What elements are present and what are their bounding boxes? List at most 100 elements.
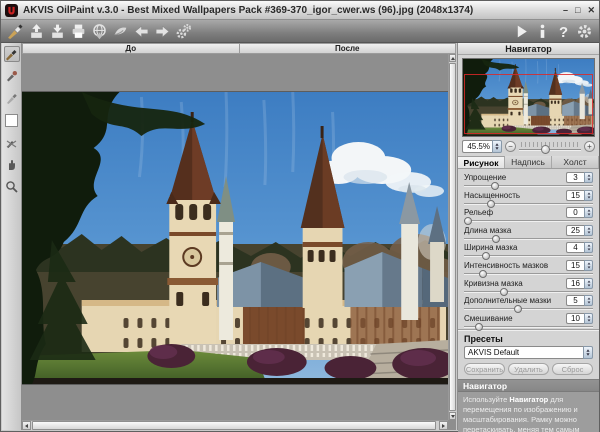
param-value-input[interactable]: 3 (566, 172, 593, 183)
param-stepper[interactable] (584, 242, 593, 253)
param-value[interactable]: 0 (566, 207, 584, 218)
preset-button-Удалить[interactable]: Удалить (508, 363, 549, 375)
zoom-tool-icon[interactable] (4, 178, 20, 194)
stepper-up-icon[interactable] (587, 280, 590, 282)
history-brush-tool-icon[interactable] (4, 134, 20, 150)
param-value-input[interactable]: 15 (566, 190, 593, 201)
stepper-down-icon[interactable] (587, 178, 590, 180)
undo-icon[interactable] (131, 21, 151, 41)
navigator-thumbnail[interactable] (462, 58, 595, 137)
stepper-up-icon[interactable] (587, 174, 590, 176)
param-value[interactable]: 16 (566, 278, 584, 289)
scroll-left-arrow[interactable] (22, 421, 31, 430)
close-button[interactable]: ✕ (587, 4, 595, 17)
param-value[interactable]: 10 (566, 313, 584, 324)
param-value[interactable]: 5 (566, 295, 584, 306)
param-value-input[interactable]: 0 (566, 207, 593, 218)
zoom-slider-thumb[interactable] (541, 145, 550, 154)
about-info-button[interactable] (532, 21, 552, 41)
zoom-dropdown-button[interactable] (492, 140, 502, 153)
settings-tab-Надпись[interactable]: Надпись (505, 156, 552, 168)
smudge-tool-icon[interactable] (110, 21, 130, 41)
stepper-down-icon[interactable] (587, 196, 590, 198)
param-value[interactable]: 3 (566, 172, 584, 183)
save-image-button[interactable] (47, 21, 67, 41)
title-bar[interactable]: AKVIS OilPaint v.3.0 - Best Mixed Wallpa… (1, 1, 599, 20)
stepper-up-icon[interactable] (587, 315, 590, 317)
stepper-down-icon[interactable] (587, 302, 590, 304)
preset-button-Сброс[interactable]: Сброс (552, 363, 593, 375)
tab-after[interactable]: После (240, 43, 457, 54)
param-slider[interactable] (464, 236, 593, 242)
stepper-down-icon[interactable] (587, 231, 590, 233)
print-button[interactable] (68, 21, 88, 41)
param-value[interactable]: 15 (566, 260, 584, 271)
stepper-down-icon[interactable] (587, 284, 590, 286)
horizontal-scrollbar[interactable] (22, 420, 448, 430)
stepper-down-icon[interactable] (587, 266, 590, 268)
stepper-up-icon[interactable] (587, 262, 590, 264)
param-slider[interactable] (464, 324, 593, 330)
zoom-slider[interactable] (519, 141, 581, 153)
canvas-area[interactable] (22, 54, 448, 420)
param-stepper[interactable] (584, 313, 593, 324)
redo-icon[interactable] (152, 21, 172, 41)
param-value-input[interactable]: 4 (566, 242, 593, 253)
brush-tool-icon[interactable] (4, 46, 20, 62)
stepper-up-icon[interactable] (587, 210, 590, 212)
param-stepper[interactable] (584, 295, 593, 306)
hand-tool-icon[interactable] (4, 156, 20, 172)
vertical-scroll-thumb[interactable] (449, 63, 456, 411)
param-stepper[interactable] (584, 260, 593, 271)
preset-dropdown-button[interactable] (583, 346, 593, 359)
open-image-button[interactable] (26, 21, 46, 41)
param-slider[interactable] (464, 271, 593, 277)
stepper-down-icon[interactable] (587, 214, 590, 216)
tab-before[interactable]: До (22, 43, 240, 54)
eraser-tool-icon[interactable] (4, 90, 20, 106)
stepper-up-icon[interactable] (587, 245, 590, 247)
param-slider[interactable] (464, 201, 593, 207)
settings-tab-Холст[interactable]: Холст (552, 156, 599, 168)
param-stepper[interactable] (584, 172, 593, 183)
param-value[interactable]: 25 (566, 225, 584, 236)
zoom-out-button[interactable]: − (505, 141, 516, 152)
param-stepper[interactable] (584, 207, 593, 218)
stepper-up-icon[interactable] (587, 298, 590, 300)
scroll-right-arrow[interactable] (439, 421, 448, 430)
import-from-web-icon[interactable] (89, 21, 109, 41)
stroke-direction-tool-icon[interactable] (4, 68, 20, 84)
horizontal-scroll-thumb[interactable] (32, 421, 436, 430)
slider-thumb[interactable] (475, 323, 483, 331)
help-button[interactable]: ? (553, 21, 573, 41)
preset-selected-value[interactable]: AKVIS Default (464, 346, 583, 359)
param-slider[interactable] (464, 218, 593, 224)
param-value[interactable]: 4 (566, 242, 584, 253)
preset-button-Сохранить[interactable]: Сохранить (464, 363, 505, 375)
param-stepper[interactable] (584, 225, 593, 236)
settings-tab-Рисунок[interactable]: Рисунок (458, 156, 505, 168)
batch-processing-icon[interactable] (173, 21, 193, 41)
minimize-button[interactable]: – (563, 4, 568, 17)
param-value-input[interactable]: 10 (566, 313, 593, 324)
stepper-up-icon[interactable] (587, 192, 590, 194)
param-slider[interactable] (464, 289, 593, 295)
param-value-input[interactable]: 16 (566, 278, 593, 289)
stepper-up-icon[interactable] (587, 227, 590, 229)
stepper-down-icon[interactable] (587, 249, 590, 251)
maximize-button[interactable]: □ (575, 4, 580, 17)
param-value-input[interactable]: 25 (566, 225, 593, 236)
zoom-value[interactable]: 45.5% (462, 140, 492, 153)
vertical-scrollbar[interactable] (448, 54, 456, 420)
scroll-down-arrow[interactable] (449, 412, 456, 420)
param-stepper[interactable] (584, 190, 593, 201)
param-slider[interactable] (464, 183, 593, 189)
navigator-view-frame[interactable] (464, 74, 593, 134)
param-stepper[interactable] (584, 278, 593, 289)
param-slider[interactable] (464, 253, 593, 259)
preset-combobox[interactable]: AKVIS Default (464, 346, 593, 359)
param-value-input[interactable]: 5 (566, 295, 593, 306)
run-processing-button[interactable] (511, 21, 531, 41)
preferences-gear-button[interactable] (574, 21, 594, 41)
zoom-in-button[interactable]: + (584, 141, 595, 152)
